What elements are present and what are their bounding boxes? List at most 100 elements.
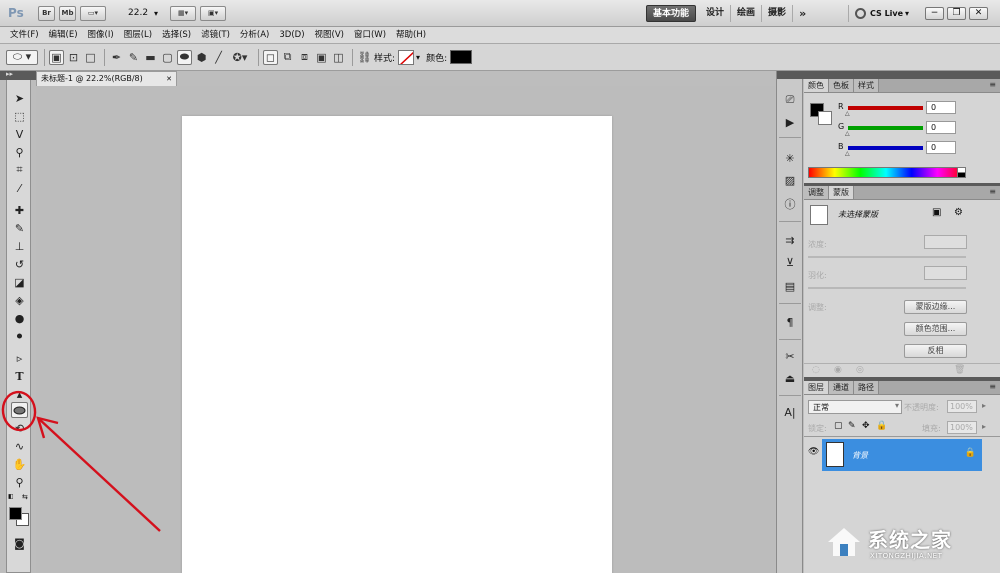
workspace-essentials[interactable]: 基本功能 (646, 5, 697, 22)
lock-position-icon[interactable]: ✥ (862, 421, 870, 431)
tab-color[interactable]: 颜色 (804, 79, 829, 92)
menu-view[interactable]: 视图(V) (310, 27, 349, 43)
document-canvas[interactable] (182, 116, 612, 573)
channel-slider[interactable] (848, 146, 923, 150)
stamp-panel-button[interactable]: ⏏ (781, 369, 799, 387)
panel-menu-icon[interactable]: ≡ (989, 80, 996, 89)
vector-mask-icon[interactable]: ⚙ (954, 207, 963, 218)
ellipse-option[interactable]: ⬬ (177, 49, 192, 65)
menu-filter[interactable]: 滤镜(T) (196, 27, 235, 43)
load-selection-icon[interactable]: ◌ (812, 365, 820, 375)
panel-menu-icon[interactable]: ≡ (989, 187, 996, 196)
cslive-dropdown-icon[interactable]: ▾ (905, 9, 909, 18)
toolbox-header[interactable]: ▸▸ (0, 70, 36, 80)
brushes-panel-button[interactable]: ✂ (781, 347, 799, 365)
color-spectrum-bar[interactable] (808, 167, 964, 178)
cslive-button[interactable]: CS Live (870, 9, 903, 18)
opacity-value[interactable]: 100% (947, 400, 977, 413)
healing-brush-tool[interactable]: ✚ (11, 202, 28, 218)
restore-button[interactable]: ❐ (947, 7, 966, 20)
workspace-photography[interactable]: 摄影 (761, 5, 792, 22)
screen-mode-button[interactable]: ▣▾ (200, 5, 227, 21)
view-extras-button[interactable]: ▭▾ (80, 5, 106, 21)
workspace-painting[interactable]: 绘画 (730, 5, 761, 22)
fill-arrow-icon[interactable]: ▸ (982, 422, 986, 431)
custom-shape-option[interactable]: ✪▾ (228, 50, 252, 65)
intersect-area-option[interactable]: ▣ (314, 50, 329, 65)
canvas-area[interactable] (36, 86, 775, 573)
quick-selection-tool[interactable]: ⚲ (11, 144, 28, 160)
style-dropdown-icon[interactable]: ▾ (416, 53, 420, 62)
tab-styles[interactable]: 样式 (854, 79, 879, 92)
marquee-tool[interactable]: ⬚ (11, 108, 28, 124)
path-selection-tool[interactable]: ▹ (11, 350, 28, 366)
arrange-documents-button[interactable]: ▦▾ (170, 5, 197, 21)
ellipse-tool[interactable] (11, 402, 28, 418)
menu-help[interactable]: 帮助(H) (391, 27, 431, 43)
channel-slider[interactable] (848, 126, 923, 130)
blend-mode-select[interactable]: 正常 ▾ (808, 400, 902, 414)
dodge-tool[interactable]: ⚫ (11, 328, 28, 344)
mask-edge-button[interactable]: 蒙版边缘... (904, 300, 967, 314)
paths-mode[interactable]: ⊡ (66, 50, 81, 65)
color-panel-background-swatch[interactable] (818, 111, 832, 125)
pixel-mask-icon[interactable]: ▣ (932, 207, 941, 218)
eraser-tool[interactable]: ◪ (11, 274, 28, 290)
link-layer-option[interactable]: ⛓ (357, 50, 372, 65)
crop-tool[interactable]: ⌗ (11, 162, 28, 178)
close-document-icon[interactable]: ✕ (166, 72, 172, 86)
lasso-tool[interactable]: ᐯ (11, 126, 28, 142)
menu-image[interactable]: 图像(I) (83, 27, 119, 43)
clone-stamp-tool[interactable]: ⊥ (11, 238, 28, 254)
slider-handle-icon[interactable]: △ (845, 130, 850, 137)
panel-header[interactable] (804, 71, 1000, 79)
hand-tool[interactable]: ✋ (11, 456, 28, 472)
zoom-dropdown-icon[interactable]: ▾ (154, 9, 158, 18)
character-panel-button[interactable]: A| (781, 403, 799, 421)
tab-masks[interactable]: 蒙版 (829, 186, 854, 199)
channel-value-input[interactable]: 0 (926, 121, 956, 134)
freeform-pen-option[interactable]: ✎ (126, 50, 141, 65)
clone-source-button[interactable]: ⊻ (781, 253, 799, 271)
paint-bucket-tool[interactable]: ◈ (11, 292, 28, 308)
tab-channels[interactable]: 通道 (829, 381, 854, 394)
brush-tool[interactable]: ✎ (11, 220, 28, 236)
layer-row-background[interactable]: 背景 🔒 (822, 439, 982, 471)
swap-colors-icon[interactable]: ⇆ (22, 493, 28, 501)
tool-presets-button[interactable]: ▤ (781, 277, 799, 295)
style-picker[interactable] (398, 49, 415, 65)
add-area-option[interactable]: ⧉ (280, 50, 295, 65)
tab-adjustments[interactable]: 调整 (804, 186, 829, 199)
shape-layers-mode[interactable]: ▣ (49, 49, 64, 65)
rectangle-option[interactable]: ▬ (143, 50, 158, 65)
actions-panel-button[interactable]: ▶ (781, 113, 799, 131)
zoom-level[interactable]: 22.2 (128, 8, 148, 18)
close-button[interactable]: ✕ (969, 7, 988, 20)
channel-value-input[interactable]: 0 (926, 101, 956, 114)
history-brush-tool[interactable]: ↺ (11, 256, 28, 272)
bridge-button[interactable]: Br (38, 5, 55, 21)
more-workspaces-button[interactable]: » (792, 5, 812, 22)
polygon-option[interactable]: ⬢ (194, 50, 209, 65)
paragraph-panel-button[interactable]: ¶ (781, 313, 799, 331)
3d-orbit-tool[interactable]: ∿ (11, 438, 28, 454)
workspace-design[interactable]: 设计 (700, 5, 730, 22)
minimize-button[interactable]: − (925, 7, 944, 20)
menu-analysis[interactable]: 分析(A) (235, 27, 274, 43)
rounded-rectangle-option[interactable]: ▢ (160, 50, 175, 65)
color-range-button[interactable]: 颜色范围... (904, 322, 967, 336)
default-colors-icon[interactable]: ◧ (8, 493, 14, 500)
lock-image-icon[interactable]: ✎ (848, 421, 856, 431)
visibility-eye-icon[interactable]: 👁 (808, 447, 820, 459)
menu-file[interactable]: 文件(F) (5, 27, 44, 43)
3d-rotate-tool[interactable]: ⟲ (11, 420, 28, 436)
channel-slider[interactable] (848, 106, 923, 110)
lock-transparent-icon[interactable]: ▢ (834, 421, 843, 431)
pen-tool-option[interactable]: ✒ (109, 50, 124, 65)
brush-presets-button[interactable]: ⇉ (781, 231, 799, 249)
foreground-color-swatch[interactable] (9, 507, 22, 520)
collapse-icon[interactable]: ▸▸ (6, 70, 13, 78)
fill-value[interactable]: 100% (947, 421, 977, 434)
menu-select[interactable]: 选择(S) (157, 27, 196, 43)
delete-mask-icon[interactable]: 🗑 (954, 365, 965, 375)
